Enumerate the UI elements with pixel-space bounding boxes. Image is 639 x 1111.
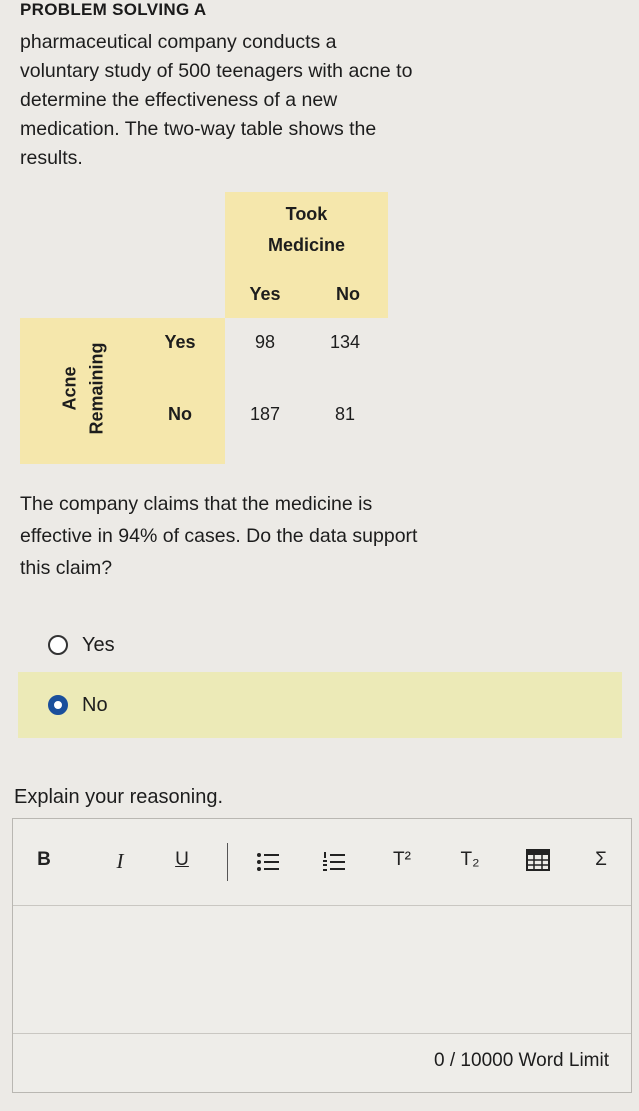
word-count: 0 / 10000 Word Limit [434,1050,609,1071]
column-yes-label: Yes [249,284,281,304]
toolbar-divider [227,843,228,881]
option-yes[interactable]: Yes [18,612,622,678]
row-header-remaining: Remaining [86,342,107,435]
column-header-medicine: Medicine [267,235,346,255]
subscript-button[interactable]: T₂ [455,849,485,871]
cell-no-no: 81 [334,404,356,424]
option-yes-label: Yes [82,633,115,656]
radio-unchecked-icon[interactable] [48,635,68,655]
cell-yes-yes: 98 [254,332,276,352]
column-header-took: Took [285,204,328,224]
row-no-label: No [168,404,192,424]
numbered-list-icon[interactable] [319,851,349,873]
column-no-label: No [336,284,360,304]
two-way-table: Took Medicine Yes No Acne Remaining Yes … [20,192,390,464]
question-text: The company claims that the medicine is … [20,493,418,579]
radio-checked-icon[interactable] [48,695,68,715]
problem-title: PROBLEM SOLVING A [20,0,207,19]
row-yes-label: Yes [164,332,196,352]
answer-text-area[interactable] [13,905,631,1035]
cell-yes-no: 134 [329,332,361,352]
cell-no-yes: 187 [249,404,281,424]
table-icon[interactable] [523,849,553,871]
option-no-label: No [82,693,108,716]
rich-text-editor: B I U T² T₂ Σ 0 / 10000 Word Limit [12,818,632,1093]
editor-toolbar: B I U T² T₂ Σ [13,819,631,906]
underline-button[interactable]: U [167,849,197,871]
bold-button[interactable]: B [29,849,59,871]
bulleted-list-icon[interactable] [253,851,283,873]
superscript-button[interactable]: T² [387,849,417,871]
italic-button[interactable]: I [105,849,135,874]
sigma-button[interactable]: Σ [586,849,616,871]
explain-prompt: Explain your reasoning. [14,786,224,808]
option-no[interactable]: No [18,672,622,738]
row-header-acne: Acne [59,366,80,411]
editor-footer: 0 / 10000 Word Limit [13,1033,631,1092]
problem-text: pharmaceutical company conducts a volunt… [20,31,413,169]
